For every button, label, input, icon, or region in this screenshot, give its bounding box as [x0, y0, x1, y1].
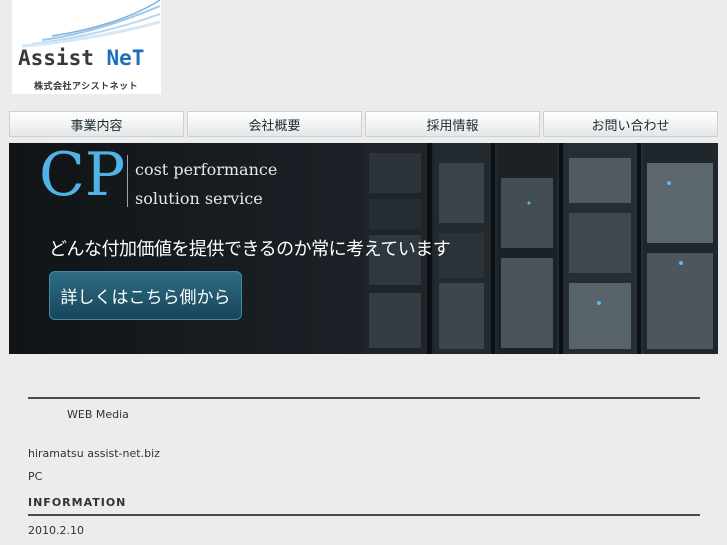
nav-item-services[interactable]: 事業内容 — [9, 111, 184, 137]
web-media-label: WEB Media — [67, 408, 129, 421]
logo-swoosh-graphic — [21, 0, 161, 48]
hero-banner: CP cost performance solution service どんな… — [9, 143, 718, 354]
company-logo[interactable]: Assist NeT 株式会社アシストネット — [12, 0, 161, 94]
logo-brand-text: Assist NeT — [18, 46, 145, 70]
section-divider-information — [28, 514, 700, 516]
nav-item-recruit[interactable]: 採用情報 — [365, 111, 540, 137]
contact-email[interactable]: hiramatsu assist-net.biz — [28, 447, 160, 460]
hero-tagline: cost performance solution service — [135, 155, 277, 213]
pc-label: PC — [28, 470, 43, 483]
logo-company-name: 株式会社アシストネット — [34, 82, 139, 92]
cp-mark: CP — [39, 143, 126, 210]
news-date: 2010.2.10 — [28, 524, 84, 537]
hero-headline: どんな付加価値を提供できるのか常に考えています — [49, 239, 451, 260]
tagline-line2: solution service — [135, 189, 263, 208]
nav-item-company[interactable]: 会社概要 — [187, 111, 362, 137]
information-heading: INFORMATION — [28, 496, 127, 509]
details-button[interactable]: 詳しくはこちら側から — [49, 271, 242, 320]
cp-divider — [127, 155, 128, 207]
nav-item-contact[interactable]: お問い合わせ — [543, 111, 718, 137]
main-nav: 事業内容 会社概要 採用情報 お問い合わせ — [9, 111, 718, 137]
section-divider-top — [28, 397, 700, 399]
tagline-line1: cost performance — [135, 160, 278, 179]
